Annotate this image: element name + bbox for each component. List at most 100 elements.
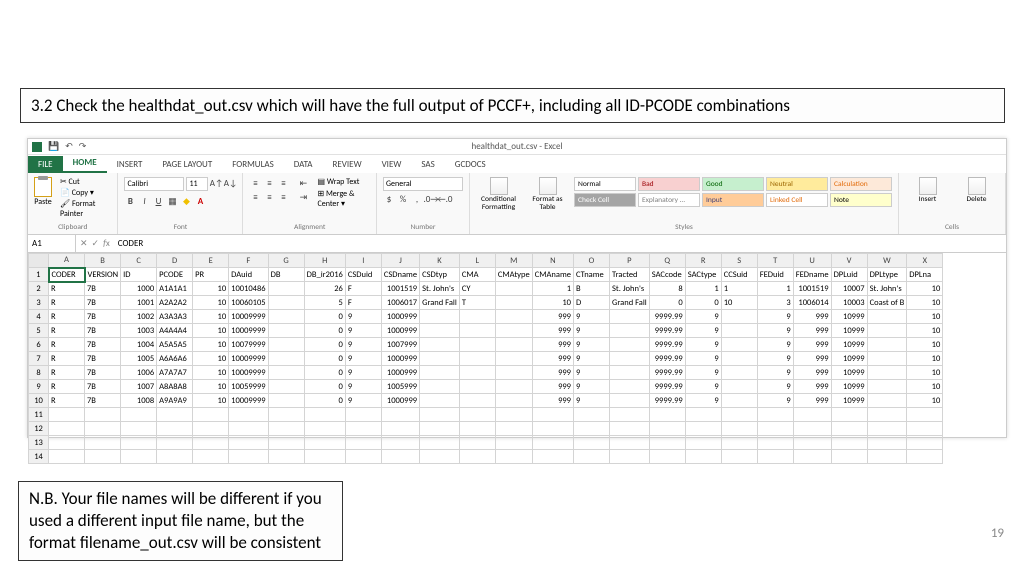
cell[interactable] — [268, 422, 304, 436]
cell[interactable] — [649, 436, 685, 450]
cell[interactable]: 10 — [907, 338, 943, 352]
cell[interactable]: 9 — [345, 310, 381, 324]
cell[interactable]: 10999 — [831, 338, 867, 352]
cell[interactable]: 1 — [721, 282, 757, 296]
col-header-K[interactable]: K — [420, 254, 460, 268]
cell[interactable]: 1005 — [121, 352, 157, 366]
style-neutral[interactable]: Neutral — [766, 177, 828, 191]
indent-decrease-icon[interactable]: ⇤ — [297, 177, 309, 189]
cell[interactable] — [685, 408, 721, 422]
cell[interactable] — [268, 296, 304, 310]
cell[interactable] — [574, 436, 610, 450]
cell[interactable] — [345, 408, 381, 422]
cell[interactable]: 0 — [304, 394, 345, 408]
col-header-V[interactable]: V — [831, 254, 867, 268]
fill-color-button[interactable]: ◆ — [180, 195, 192, 207]
cell[interactable]: 10 — [532, 296, 573, 310]
cell[interactable]: 999 — [793, 352, 831, 366]
cell[interactable]: 9 — [345, 338, 381, 352]
cell[interactable] — [193, 422, 229, 436]
style-good[interactable]: Good — [702, 177, 764, 191]
cell[interactable] — [49, 422, 85, 436]
cell[interactable]: 10 — [907, 324, 943, 338]
cell[interactable]: 10999 — [831, 352, 867, 366]
cell[interactable] — [268, 310, 304, 324]
cell[interactable] — [907, 436, 943, 450]
cell[interactable] — [85, 408, 121, 422]
cell[interactable]: 9 — [574, 394, 610, 408]
cell[interactable]: 9 — [685, 380, 721, 394]
style-linked-cell[interactable]: Linked Cell — [766, 193, 828, 207]
cell[interactable]: 1005999 — [381, 380, 419, 394]
cell[interactable] — [867, 366, 907, 380]
cell[interactable] — [757, 408, 793, 422]
cell[interactable] — [420, 436, 460, 450]
cell[interactable]: R — [49, 296, 85, 310]
cell[interactable]: A8A8A8 — [157, 380, 193, 394]
cell[interactable] — [304, 450, 345, 464]
cell[interactable]: 999 — [793, 380, 831, 394]
cell[interactable]: 7B — [85, 380, 121, 394]
tab-file[interactable]: FILE — [28, 156, 63, 173]
cell[interactable] — [867, 450, 907, 464]
cell[interactable]: 9 — [757, 380, 793, 394]
row-header[interactable]: 6 — [29, 338, 49, 352]
cell[interactable] — [49, 408, 85, 422]
cell[interactable]: 10 — [907, 366, 943, 380]
cell[interactable]: R — [49, 394, 85, 408]
cell[interactable]: 9 — [345, 324, 381, 338]
cell[interactable]: 1000999 — [381, 324, 419, 338]
cell[interactable]: A6A6A6 — [157, 352, 193, 366]
cell[interactable] — [757, 436, 793, 450]
cell[interactable]: 0 — [304, 310, 345, 324]
cell[interactable]: R — [49, 310, 85, 324]
cell[interactable]: CSDname — [381, 268, 419, 282]
cell[interactable] — [268, 338, 304, 352]
cell[interactable]: 10 — [193, 338, 229, 352]
cell[interactable] — [532, 450, 573, 464]
cell[interactable]: 0 — [304, 338, 345, 352]
style-bad[interactable]: Bad — [638, 177, 700, 191]
cell[interactable] — [574, 422, 610, 436]
cell[interactable] — [495, 408, 532, 422]
cell[interactable]: VERSION — [85, 268, 121, 282]
cell[interactable]: 0 — [685, 296, 721, 310]
cell[interactable]: 0 — [304, 324, 345, 338]
cell[interactable]: 10999 — [831, 394, 867, 408]
cell[interactable] — [49, 450, 85, 464]
cell[interactable]: 9 — [757, 394, 793, 408]
select-all-corner[interactable] — [29, 254, 49, 268]
col-header-J[interactable]: J — [381, 254, 419, 268]
cell[interactable]: 7B — [85, 296, 121, 310]
cell[interactable]: R — [49, 352, 85, 366]
cell[interactable] — [420, 352, 460, 366]
cell[interactable] — [495, 296, 532, 310]
tab-insert[interactable]: INSERT — [107, 156, 153, 173]
row-header[interactable]: 4 — [29, 310, 49, 324]
cell[interactable]: 7B — [85, 338, 121, 352]
cell[interactable] — [831, 436, 867, 450]
cell[interactable] — [268, 366, 304, 380]
cell[interactable]: 10999 — [831, 380, 867, 394]
cell[interactable]: A7A7A7 — [157, 366, 193, 380]
spreadsheet-grid[interactable]: ABCDEFGHIJKLMNOPQRSTUVWX1CODERVERSIONIDP… — [28, 253, 1006, 464]
cell[interactable]: 999 — [793, 394, 831, 408]
cell[interactable]: FEDuid — [757, 268, 793, 282]
cell[interactable]: 9999.99 — [649, 338, 685, 352]
cell[interactable] — [757, 450, 793, 464]
cell[interactable]: 9999.99 — [649, 394, 685, 408]
col-header-U[interactable]: U — [793, 254, 831, 268]
cell[interactable]: 1003 — [121, 324, 157, 338]
tab-home[interactable]: HOME — [63, 154, 107, 173]
cell[interactable] — [193, 408, 229, 422]
cell[interactable]: 10 — [193, 366, 229, 380]
cell[interactable]: 999 — [793, 338, 831, 352]
cell[interactable]: 999 — [793, 366, 831, 380]
col-header-F[interactable]: F — [229, 254, 268, 268]
cell[interactable] — [268, 450, 304, 464]
cell[interactable] — [721, 324, 757, 338]
row-header[interactable]: 8 — [29, 366, 49, 380]
comma-icon[interactable]: , — [411, 193, 423, 205]
cell[interactable]: 9999.99 — [649, 310, 685, 324]
col-header-N[interactable]: N — [532, 254, 573, 268]
